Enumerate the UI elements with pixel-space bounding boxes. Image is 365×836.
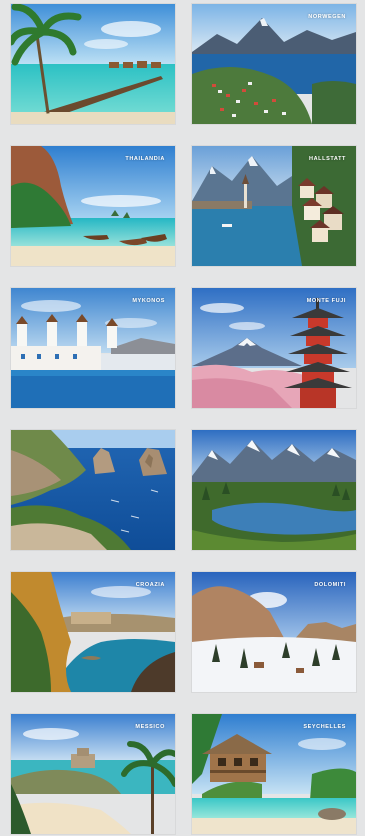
photo-card-dolomiti[interactable]: DOLOMITI	[192, 572, 356, 692]
photo-card-thailand[interactable]: THAILANDIA	[11, 146, 175, 266]
photo-card-croatia[interactable]: CROAZIA	[11, 572, 175, 692]
norway-photo	[192, 4, 356, 124]
card-label: SEYCHELLES	[303, 724, 346, 730]
croatia-photo	[11, 572, 175, 692]
photo-grid: NORWEGEN THAILANDIA HALLSTATT MYKONOS MO…	[0, 0, 365, 836]
photo-card-mount-fuji[interactable]: MONTE FUJI	[192, 288, 356, 408]
mykonos-photo	[11, 288, 175, 408]
mexico-photo	[11, 714, 175, 834]
card-label: DOLOMITI	[314, 582, 346, 588]
photo-card-maldives[interactable]	[11, 4, 175, 124]
maldives-photo	[11, 4, 175, 124]
mountain-lake-photo	[192, 430, 356, 550]
card-label: HALLSTATT	[309, 156, 346, 162]
seychelles-photo	[192, 714, 356, 834]
card-label: CROAZIA	[135, 582, 165, 588]
photo-card-capri[interactable]	[11, 430, 175, 550]
card-label: NORWEGEN	[308, 14, 346, 20]
capri-photo	[11, 430, 175, 550]
mount-fuji-photo	[192, 288, 356, 408]
photo-card-mykonos[interactable]: MYKONOS	[11, 288, 175, 408]
photo-card-norway[interactable]: NORWEGEN	[192, 4, 356, 124]
photo-card-seychelles[interactable]: SEYCHELLES	[192, 714, 356, 834]
dolomiti-photo	[192, 572, 356, 692]
hallstatt-photo	[192, 146, 356, 266]
photo-card-mountain-lake[interactable]	[192, 430, 356, 550]
card-label: MESSICO	[135, 724, 165, 730]
card-label: THAILANDIA	[125, 156, 165, 162]
photo-card-hallstatt[interactable]: HALLSTATT	[192, 146, 356, 266]
photo-card-mexico[interactable]: MESSICO	[11, 714, 175, 834]
card-label: MONTE FUJI	[306, 298, 346, 304]
card-label: MYKONOS	[132, 298, 165, 304]
thailand-photo	[11, 146, 175, 266]
